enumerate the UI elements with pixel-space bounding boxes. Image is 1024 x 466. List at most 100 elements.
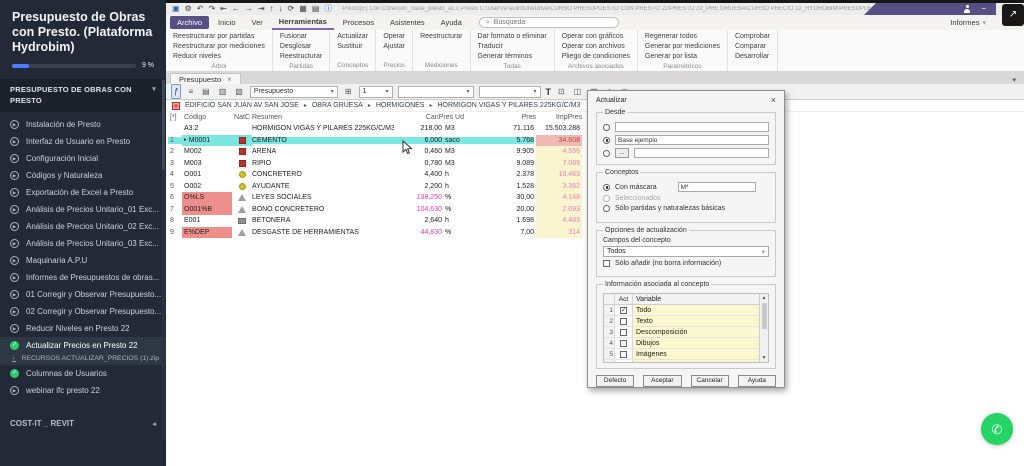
cancelar-button[interactable]: Cancelar: [690, 375, 729, 387]
radio-desde-1[interactable]: [603, 123, 610, 131]
browse-button[interactable]: ...: [615, 148, 629, 158]
redo-icon[interactable]: ↷: [208, 3, 215, 15]
close-icon[interactable]: ×: [771, 95, 776, 105]
lesson-item[interactable]: ▶ Maquinaria A.P.U: [0, 252, 166, 269]
lesson-item[interactable]: ▶ webinar ifc presto 22: [0, 382, 166, 399]
table-row[interactable]: 3 M003 RIPIO 0,780 M3 9.089 7.089: [168, 157, 584, 169]
ribbon-cmd[interactable]: Generar por lista: [645, 52, 720, 62]
level-combo[interactable]: 1 ▾: [358, 85, 393, 98]
ribbon-cmd[interactable]: Operar con archivos: [562, 42, 630, 52]
campos-select[interactable]: Todos ▾: [603, 246, 769, 257]
ribbon-cmd[interactable]: Reducir niveles: [173, 52, 265, 62]
scroll-up-icon[interactable]: ▲: [762, 294, 767, 302]
user-icon[interactable]: [963, 5, 971, 13]
close-icon[interactable]: ×: [227, 75, 232, 84]
scroll-down-icon[interactable]: ▼: [762, 354, 767, 362]
desde-field-3[interactable]: [634, 148, 769, 158]
ribbon-cmd[interactable]: Actualizar: [337, 32, 368, 42]
split-icon[interactable]: ◫: [572, 85, 584, 98]
ribbon-cmd[interactable]: Reestructurar por partidas: [173, 32, 265, 42]
lesson-item[interactable]: ▶ 01 Corregir y Observar Presupuesto...: [0, 286, 166, 303]
checkbox-texto[interactable]: [620, 317, 627, 325]
col-header-variable[interactable]: Variable: [633, 294, 768, 304]
refresh-icon[interactable]: ⟳: [288, 3, 295, 15]
menu-ayuda[interactable]: Ayuda: [434, 16, 469, 29]
info-grid-row[interactable]: 4 Dibujos: [604, 338, 768, 349]
ribbon-cmd[interactable]: Sustituir: [337, 42, 368, 52]
lesson-item[interactable]: ✓ Actualizar Precios en Presto 22: [0, 337, 166, 355]
sidebar-footer-section[interactable]: COST-IT _ REVIT ◂: [0, 413, 166, 434]
scrollbar-thumb[interactable]: [162, 80, 165, 170]
col-header-natc[interactable]: NatC: [232, 112, 252, 123]
sidebar-scrollbar[interactable]: [162, 80, 165, 440]
menu-inicio[interactable]: Inicio: [211, 16, 243, 29]
text-tool-button[interactable]: T: [546, 87, 552, 97]
radio-desde-2[interactable]: [603, 136, 610, 144]
lesson-item[interactable]: ▶ Análisis de Precios Unitario_02 Exc...: [0, 218, 166, 235]
nav-last-icon[interactable]: ⇥: [258, 3, 265, 15]
scrollbar-thumb[interactable]: [761, 303, 767, 329]
ribbon-cmd[interactable]: Operar: [383, 32, 405, 42]
report-icon[interactable]: ▤: [312, 3, 320, 15]
nav-next-icon[interactable]: →: [245, 3, 253, 15]
desde-field-2[interactable]: [615, 135, 769, 145]
chevron-down-icon[interactable]: ▾: [1012, 76, 1016, 84]
ayuda-button[interactable]: Ayuda: [737, 375, 776, 387]
lesson-item[interactable]: ▶ Exportación de Excel a Presto: [0, 184, 166, 201]
lesson-item[interactable]: ▶ Interfaz de Usuario en Presto: [0, 133, 166, 150]
ribbon-cmd[interactable]: Operar con gráficos: [562, 32, 630, 42]
ribbon-cmd[interactable]: Generar por mediciones: [645, 42, 720, 52]
ribbon-cmd[interactable]: Generar términos: [478, 52, 547, 62]
expand-overlay-button[interactable]: ↗: [1002, 4, 1024, 26]
col-header-canpres[interactable]: CanPres Ud: [394, 114, 464, 121]
checkbox-imágenes[interactable]: [620, 350, 627, 358]
move-up-icon[interactable]: ↑: [270, 3, 274, 15]
lesson-item[interactable]: ▶ Análisis de Precios Unitario_01 Exc...: [0, 201, 166, 218]
info-grid-row[interactable]: 1 ✓ Todo: [604, 305, 768, 316]
table-row[interactable]: 5 O002 AYUDANTE 2,200 h 1.528 3.362: [168, 180, 584, 192]
defecto-button[interactable]: Defecto: [596, 375, 635, 387]
col-header-pres[interactable]: Pres: [486, 114, 536, 121]
breadcrumb-segment[interactable]: HORMIGONES: [376, 102, 425, 109]
info-grid-row[interactable]: 3 Descomposición: [604, 327, 768, 338]
table-row[interactable]: 7 O001%B BONO CONCRETERO 104,630% 20,00 2.093: [168, 203, 584, 215]
checkbox-dibujos[interactable]: [620, 339, 627, 347]
undo-icon[interactable]: ↶: [197, 3, 204, 15]
lines-icon[interactable]: ≡: [186, 85, 195, 98]
ribbon-cmd[interactable]: Reestructurar: [420, 32, 462, 42]
col-header-imppres[interactable]: ImpPres: [538, 112, 584, 123]
checkbox-solo-anadir[interactable]: [603, 260, 610, 267]
info-grid-row[interactable]: 2 Texto: [604, 316, 768, 327]
radio-seleccionados[interactable]: [603, 195, 610, 202]
info-grid-row[interactable]: 6: [604, 360, 768, 362]
expression-icon[interactable]: ƒ: [171, 84, 182, 99]
window-icon[interactable]: ⊡: [556, 85, 567, 98]
save-icon[interactable]: ▣: [172, 3, 180, 15]
menu-procesos[interactable]: Procesos: [336, 16, 381, 29]
lesson-item[interactable]: ▶ Informes de Presupuestos de obras...: [0, 269, 166, 286]
checkbox-descomposición[interactable]: [620, 328, 627, 336]
ribbon-cmd[interactable]: Comparar: [735, 42, 770, 52]
desde-field-1[interactable]: [615, 122, 769, 132]
table-row[interactable]: 4 O001 CONCRETERO 4,400 h 2.378 10.463: [168, 169, 584, 181]
ribbon-cmd[interactable]: Reestructurar por mediciones: [173, 42, 265, 52]
table-row[interactable]: 2 M002 ARENA 0,460 M3 9.905 4.556: [168, 146, 584, 158]
expander-icon[interactable]: ▸: [184, 137, 187, 143]
ribbon-cmd[interactable]: Desarrollar: [735, 52, 770, 62]
print-icon[interactable]: ▤: [200, 85, 212, 98]
table-row[interactable]: 6 O%LS LEYES SOCIALES 138,250% 30,00 4.148: [168, 192, 584, 204]
folder-icon[interactable]: ▧: [233, 85, 245, 98]
move-down-icon[interactable]: ↓: [279, 3, 283, 15]
table-row[interactable]: 8 E001 BETONERA 2,640 h 1.698 4.483: [168, 215, 584, 227]
table-row[interactable]: 9 E%DEP DESGASTE DE HERRAMIENTAS 44,830% 7,0…: [168, 226, 584, 238]
sidebar-section-header[interactable]: PRESUPUESTO DE OBRAS CON PRESTO ▾: [0, 79, 166, 113]
ribbon-cmd[interactable]: Ajustar: [383, 42, 405, 52]
menu-herramientas[interactable]: Herramientas: [271, 15, 334, 30]
lesson-item[interactable]: ▶ Análisis de Precios Unitario_03 Exc...: [0, 235, 166, 252]
col-header-codigo[interactable]: Código: [182, 112, 232, 123]
radio-desde-3[interactable]: [603, 149, 610, 157]
lesson-item[interactable]: ✓ Columnas de Usuarios: [0, 365, 166, 382]
ribbon-cmd[interactable]: Dar formato o eliminar: [478, 32, 547, 42]
ribbon-cmd[interactable]: Desglosar: [280, 42, 322, 52]
ribbon-cmd[interactable]: Traducir: [478, 42, 547, 52]
